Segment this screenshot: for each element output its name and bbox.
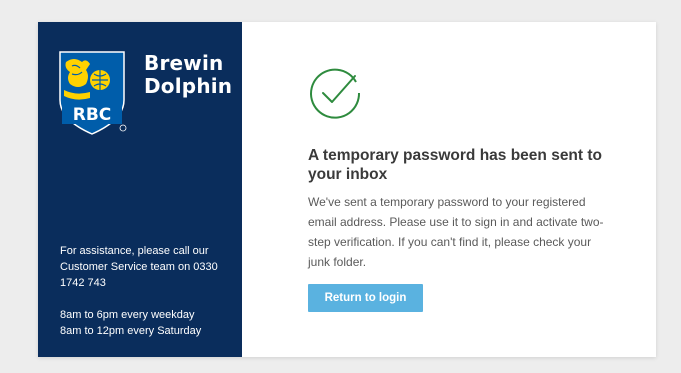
rbc-logo: RBC: [59, 51, 127, 135]
brand-sidebar: RBC Brewin Dolphin For assistance, pleas…: [38, 22, 242, 357]
rbc-logo-text: RBC: [73, 105, 112, 125]
confirmation-card: RBC Brewin Dolphin For assistance, pleas…: [38, 22, 656, 357]
brand-name-line2: Dolphin: [144, 74, 233, 98]
hours-weekday: 8am to 6pm every weekday: [60, 309, 195, 321]
assistance-line: For assistance, please call our: [60, 245, 209, 257]
check-circle-icon: [310, 68, 361, 119]
return-to-login-button[interactable]: Return to login: [308, 284, 423, 312]
confirmation-message: We've sent a temporary password to your …: [308, 195, 604, 269]
confirmation-title: A temporary password has been sent to yo…: [308, 147, 603, 183]
assistance-phone: 1742 743: [60, 277, 106, 289]
brand-header: RBC Brewin Dolphin: [56, 50, 232, 136]
confirmation-panel: A temporary password has been sent to yo…: [242, 22, 656, 357]
brand-name-line1: Brewin: [144, 51, 224, 75]
brand-name: Brewin Dolphin: [144, 52, 232, 98]
assistance-info: For assistance, please call our Customer…: [60, 243, 230, 339]
assistance-line: Customer Service team on 0330: [60, 261, 218, 273]
hours-saturday: 8am to 12pm every Saturday: [60, 325, 202, 337]
